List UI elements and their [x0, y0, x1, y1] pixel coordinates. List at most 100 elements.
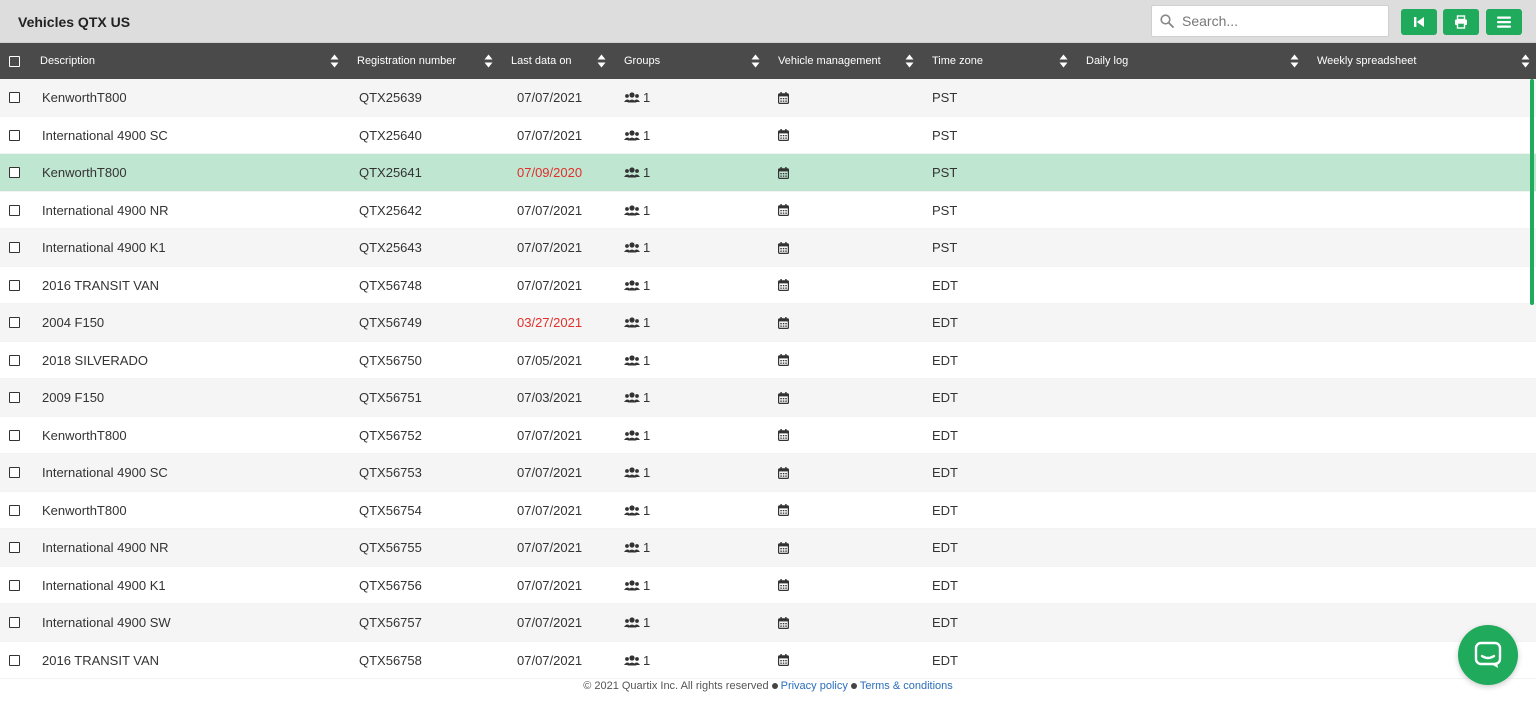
select-all-checkbox[interactable]	[9, 43, 20, 79]
vehicle-management-button[interactable]	[778, 529, 789, 566]
sort-icon[interactable]	[905, 54, 914, 68]
vehicle-management-button[interactable]	[778, 117, 789, 154]
privacy-policy-link[interactable]: Privacy policy	[781, 680, 848, 692]
table-row[interactable]: KenworthT800 QTX25639 07/07/2021 1 PST	[0, 79, 1536, 117]
table-row[interactable]: KenworthT800 QTX56754 07/07/2021 1 EDT	[0, 491, 1536, 529]
vehicle-management-button[interactable]	[778, 567, 789, 604]
search-input[interactable]	[1182, 7, 1377, 35]
column-header-vehicle-management[interactable]: Vehicle management	[778, 43, 881, 79]
skip-back-button[interactable]	[1401, 9, 1437, 35]
cell-groups[interactable]: 1	[624, 304, 650, 341]
terms-link[interactable]: Terms & conditions	[860, 680, 953, 692]
row-checkbox[interactable]	[9, 117, 20, 154]
vehicle-management-button[interactable]	[778, 79, 789, 116]
vehicle-management-button[interactable]	[778, 267, 789, 304]
cell-groups[interactable]: 1	[624, 154, 650, 191]
cell-groups[interactable]: 1	[624, 229, 650, 266]
row-checkbox[interactable]	[9, 529, 20, 566]
column-header-daily-log[interactable]: Daily log	[1086, 43, 1128, 79]
vehicle-management-button[interactable]	[778, 229, 789, 266]
sort-icon[interactable]	[751, 54, 760, 68]
row-checkbox[interactable]	[9, 304, 20, 341]
cell-description: International 4900 K1	[42, 240, 166, 255]
row-checkbox[interactable]	[9, 492, 20, 529]
table-row[interactable]: International 4900 K1 QTX25643 07/07/2021 1…	[0, 229, 1536, 267]
table-row[interactable]: 2018 SILVERADO QTX56750 07/05/2021 1 EDT	[0, 341, 1536, 379]
cell-groups[interactable]: 1	[624, 604, 650, 641]
cell-registration: QTX56748	[359, 277, 422, 293]
chat-button[interactable]	[1458, 625, 1518, 685]
vehicle-management-button[interactable]	[778, 304, 789, 341]
column-header-weekly-spreadsheet[interactable]: Weekly spreadsheet	[1317, 43, 1416, 79]
sort-icon[interactable]	[1290, 54, 1299, 68]
sort-icon[interactable]	[330, 54, 339, 68]
vehicle-management-button[interactable]	[778, 454, 789, 491]
column-header-last-data[interactable]: Last data on	[511, 43, 572, 79]
table-row[interactable]: International 4900 NR QTX56755 07/07/2021 1…	[0, 529, 1536, 567]
calendar-icon	[778, 91, 789, 104]
cell-time-zone: EDT	[932, 315, 958, 330]
menu-button[interactable]	[1486, 9, 1522, 35]
sort-icon[interactable]	[484, 54, 493, 68]
row-checkbox[interactable]	[9, 454, 20, 491]
vehicle-management-button[interactable]	[778, 417, 789, 454]
row-checkbox[interactable]	[9, 192, 20, 229]
search-box[interactable]	[1151, 5, 1389, 37]
sort-icon[interactable]	[1059, 54, 1068, 68]
row-checkbox[interactable]	[9, 229, 20, 266]
table-row[interactable]: KenworthT800 QTX56752 07/07/2021 1 EDT	[0, 416, 1536, 454]
cell-groups[interactable]: 1	[624, 379, 650, 416]
cell-groups[interactable]: 1	[624, 529, 650, 566]
row-checkbox[interactable]	[9, 417, 20, 454]
cell-groups[interactable]: 1	[624, 492, 650, 529]
cell-time-zone: PST	[932, 240, 958, 255]
cell-last-data: 07/07/2021	[517, 90, 583, 105]
table-row[interactable]: International 4900 NR QTX25642 07/07/2021 1…	[0, 191, 1536, 229]
table-row[interactable]: 2004 F150 QTX56749 03/27/2021 1 EDT	[0, 304, 1536, 342]
cell-groups[interactable]: 1	[624, 267, 650, 304]
cell-groups[interactable]: 1	[624, 454, 650, 491]
calendar-icon	[778, 579, 789, 591]
row-checkbox[interactable]	[9, 79, 20, 116]
groups-icon	[624, 129, 640, 141]
row-checkbox[interactable]	[9, 567, 20, 604]
vehicle-management-button[interactable]	[778, 342, 789, 379]
table-row[interactable]: International 4900 SC QTX25640 07/07/2021 1…	[0, 116, 1536, 154]
row-checkbox[interactable]	[9, 642, 20, 679]
cell-registration: QTX56757	[359, 615, 422, 630]
row-checkbox[interactable]	[9, 267, 20, 304]
column-header-description[interactable]: Description	[40, 43, 95, 79]
cell-groups[interactable]: 1	[624, 567, 650, 604]
cell-groups[interactable]: 1	[624, 79, 650, 116]
cell-groups[interactable]: 1	[624, 192, 650, 229]
row-checkbox[interactable]	[9, 379, 20, 416]
table-row[interactable]: 2009 F150 QTX56751 07/03/2021 1 EDT	[0, 379, 1536, 417]
table-row[interactable]: KenworthT800 QTX25641 07/09/2020 1 PST	[0, 154, 1536, 192]
cell-description: 2004 F150	[42, 315, 105, 330]
vehicle-management-button[interactable]	[778, 642, 789, 679]
scrollbar[interactable]	[1530, 79, 1534, 305]
vehicle-management-button[interactable]	[778, 379, 789, 416]
sort-icon[interactable]	[597, 54, 606, 68]
cell-groups[interactable]: 1	[624, 642, 650, 679]
column-header-time-zone[interactable]: Time zone	[932, 43, 983, 79]
row-checkbox[interactable]	[9, 604, 20, 641]
print-button[interactable]	[1443, 9, 1479, 35]
vehicle-management-button[interactable]	[778, 492, 789, 529]
table-row[interactable]: 2016 TRANSIT VAN QTX56758 07/07/2021 1 EDT	[0, 641, 1536, 679]
sort-icon[interactable]	[1521, 54, 1530, 68]
cell-groups[interactable]: 1	[624, 417, 650, 454]
table-row[interactable]: International 4900 SC QTX56753 07/07/2021 1…	[0, 454, 1536, 492]
table-row[interactable]: 2016 TRANSIT VAN QTX56748 07/07/2021 1 EDT	[0, 266, 1536, 304]
cell-groups[interactable]: 1	[624, 117, 650, 154]
vehicle-management-button[interactable]	[778, 192, 789, 229]
row-checkbox[interactable]	[9, 342, 20, 379]
table-row[interactable]: International 4900 SW QTX56757 07/07/2021 1…	[0, 604, 1536, 642]
vehicle-management-button[interactable]	[778, 154, 789, 191]
vehicle-management-button[interactable]	[778, 604, 789, 641]
table-row[interactable]: International 4900 K1 QTX56756 07/07/2021 1…	[0, 566, 1536, 604]
cell-groups[interactable]: 1	[624, 342, 650, 379]
column-header-groups[interactable]: Groups	[624, 43, 660, 79]
row-checkbox[interactable]	[9, 154, 20, 191]
column-header-registration[interactable]: Registration number	[357, 43, 456, 79]
